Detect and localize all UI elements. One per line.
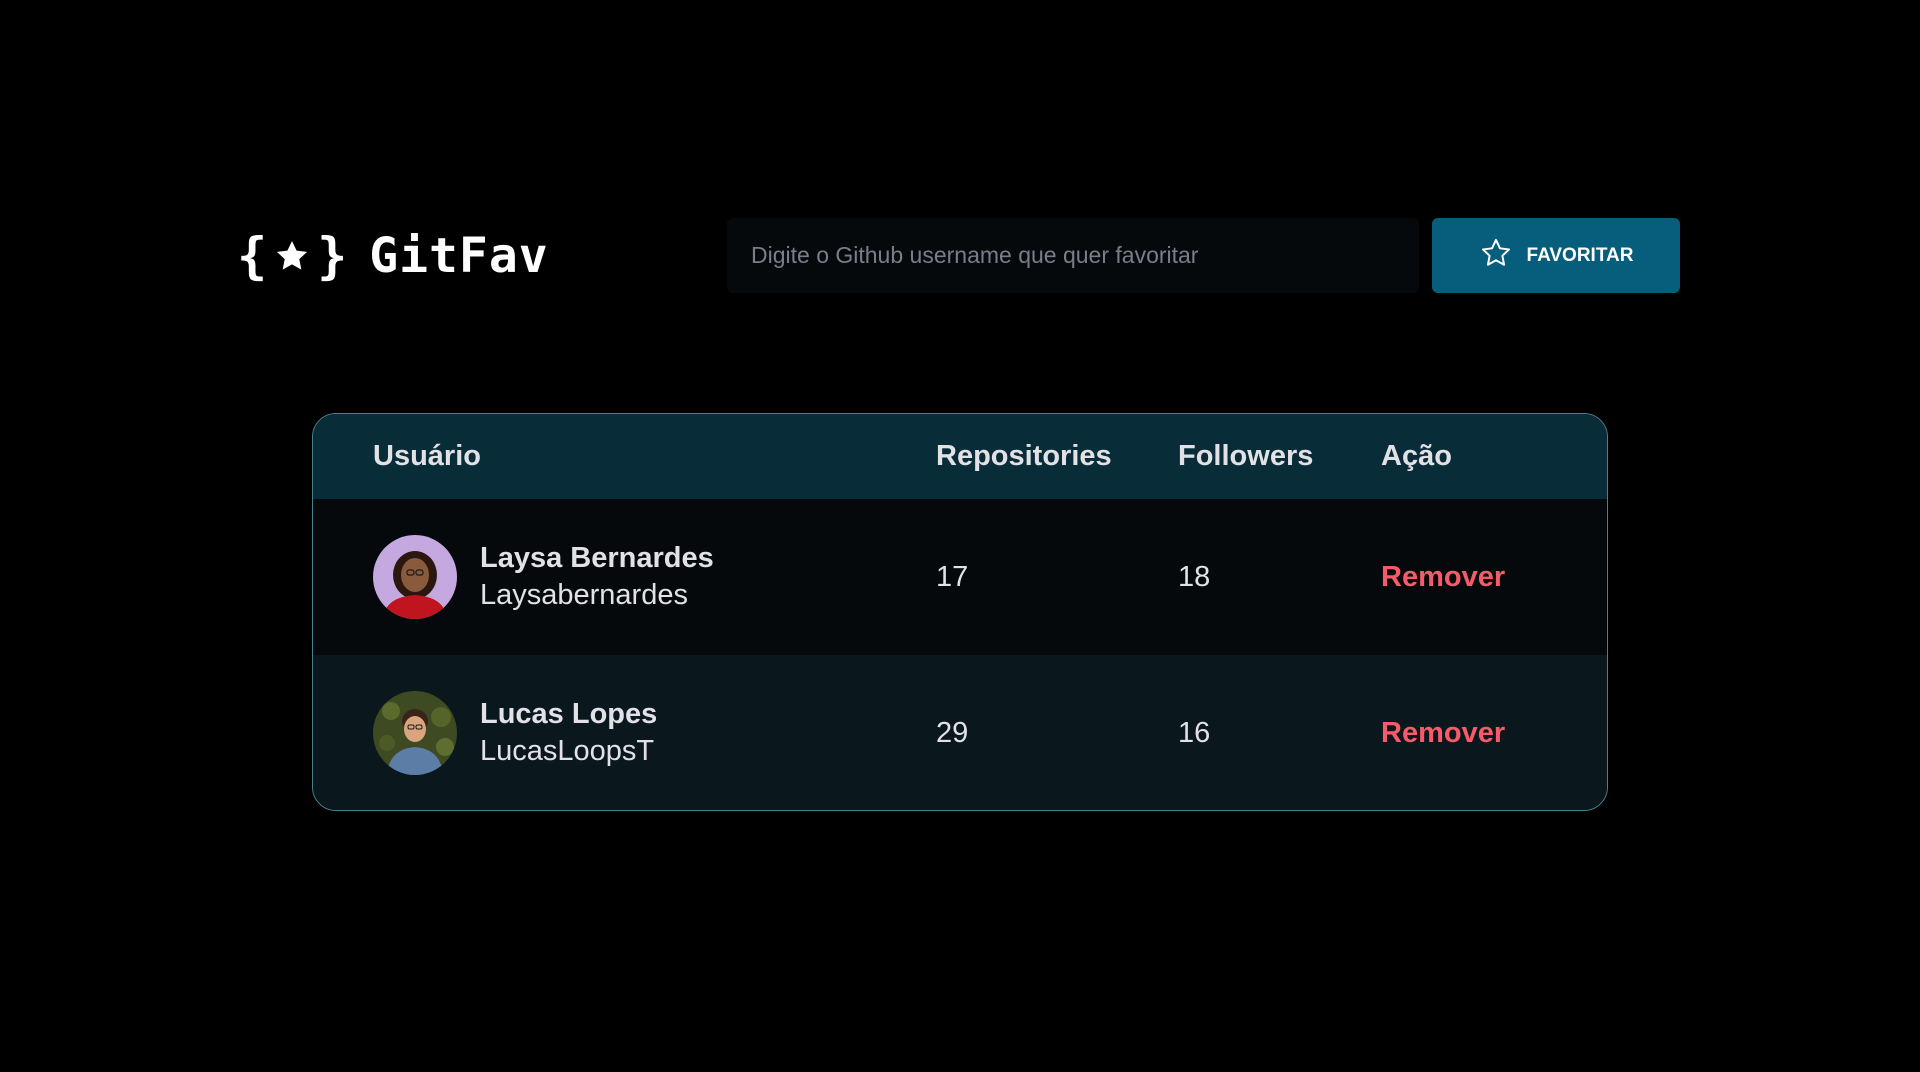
avatar[interactable] [373, 535, 457, 619]
avatar[interactable] [373, 691, 457, 775]
table-body: Laysa Bernardes Laysabernardes 17 18 Rem… [313, 499, 1607, 810]
favorites-table: Usuário Repositories Followers Ação Lays… [313, 414, 1607, 810]
user-cell: Laysa Bernardes Laysabernardes [313, 499, 936, 655]
table-header: Usuário Repositories Followers Ação [313, 414, 1607, 499]
table-header-row: Usuário Repositories Followers Ação [313, 414, 1607, 499]
favorite-button[interactable]: FAVORITAR [1432, 218, 1680, 293]
table-row: Lucas Lopes LucasLoopsT 29 16 Remover [313, 655, 1607, 810]
table-row: Laysa Bernardes Laysabernardes 17 18 Rem… [313, 499, 1607, 655]
remove-button[interactable]: Remover [1381, 717, 1505, 750]
remove-button[interactable]: Remover [1381, 561, 1505, 594]
followers-count: 18 [1178, 560, 1211, 593]
action-cell: Remover [1381, 499, 1607, 655]
repositories-count: 29 [936, 716, 969, 749]
action-cell: Remover [1381, 655, 1607, 810]
favorites-table-container: Usuário Repositories Followers Ação Lays… [312, 413, 1608, 811]
column-header-repositories: Repositories [936, 440, 1112, 472]
user-login: LucasLoopsT [480, 735, 655, 767]
app-logo: { } GitFav [237, 226, 549, 286]
braces-star-icon: { } [237, 227, 348, 285]
app-header: { } GitFav FAVORITAR [0, 0, 1920, 340]
favorite-button-label: FAVORITAR [1526, 244, 1634, 266]
star-outline-icon [1479, 236, 1513, 276]
column-header-action: Ação [1381, 440, 1452, 472]
followers-count: 16 [1178, 716, 1211, 749]
user-login: Laysabernardes [480, 579, 688, 611]
user-name: Lucas Lopes [480, 698, 658, 730]
app-title: GitFav [369, 228, 549, 284]
github-username-input[interactable] [727, 218, 1419, 293]
repositories-count: 17 [936, 560, 969, 593]
column-header-user: Usuário [373, 440, 481, 472]
user-name: Laysa Bernardes [480, 542, 714, 574]
column-header-followers: Followers [1178, 440, 1314, 472]
user-cell: Lucas Lopes LucasLoopsT [313, 655, 936, 810]
